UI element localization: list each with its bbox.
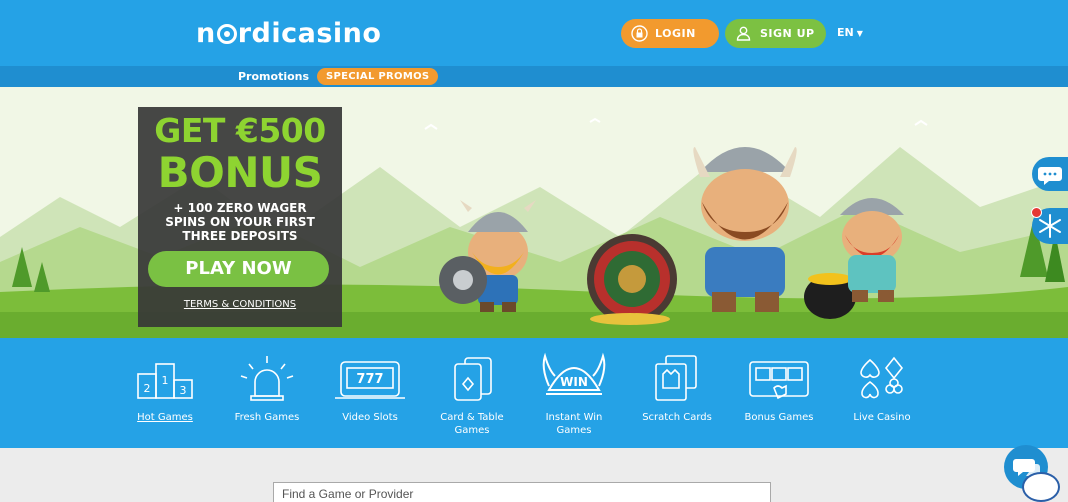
podium-digit: 1 (162, 374, 169, 387)
category-label: Fresh Games (234, 412, 300, 423)
language-selector[interactable]: EN ▼ (837, 26, 863, 39)
podium-digit: 3 (180, 384, 187, 397)
offer-subtext-line: + 100 ZERO WAGER (173, 201, 307, 215)
caret-down-icon: ▼ (856, 29, 863, 38)
category-live-casino[interactable]: Live Casino (837, 338, 927, 448)
game-search-input[interactable]: Find a Game or Provider (273, 482, 771, 502)
user-icon (736, 26, 751, 41)
cards-icon (454, 357, 492, 401)
slot-machine-icon: 777 (335, 361, 405, 399)
sub-navigation: Promotions SPECIAL PROMOS (0, 66, 1068, 87)
game-categories-bar: 2 1 3 Hot Games Fresh Games 777 Video Sl… (0, 338, 1068, 448)
login-button[interactable]: LOGIN (621, 19, 719, 48)
offer-bonus-text: BONUS (157, 148, 323, 197)
offer-subtext: + 100 ZERO WAGER SPINS ON YOUR FIRST THR… (146, 201, 334, 243)
category-label: Card & Table Games (440, 412, 504, 436)
nav-special-promos-link[interactable]: SPECIAL PROMOS (317, 68, 439, 85)
language-label: EN (837, 26, 854, 39)
category-label: Video Slots (342, 412, 398, 423)
site-header: n rdicasino LOGIN SIGN UP EN ▼ (0, 0, 1068, 66)
slot-machine-text: 777 (356, 372, 383, 387)
category-scratch-cards[interactable]: Scratch Cards (632, 338, 722, 448)
offer-headline: GET €500 (154, 111, 326, 150)
bonus-offer-panel: GET €500 BONUS + 100 ZERO WAGER SPINS ON… (138, 107, 342, 327)
chat-icon (1038, 167, 1062, 185)
side-chat-tab[interactable] (1032, 157, 1068, 191)
siren-icon (240, 356, 294, 401)
category-label: Bonus Games (744, 412, 814, 423)
category-hot-games[interactable]: 2 1 3 Hot Games (120, 338, 210, 448)
card-suits-icon (860, 356, 904, 399)
category-label: Scratch Cards (642, 412, 712, 423)
notification-badge (1031, 207, 1042, 218)
nav-promotions-link[interactable]: Promotions (238, 70, 309, 83)
category-card-table-games[interactable]: Card & Table Games (427, 338, 517, 448)
podium-icon: 2 1 3 (137, 363, 193, 399)
scratch-card-icon (655, 355, 697, 401)
login-label: LOGIN (655, 27, 696, 40)
site-logo[interactable]: n rdicasino (196, 18, 381, 49)
category-fresh-games[interactable]: Fresh Games (222, 338, 312, 448)
terms-conditions-link[interactable]: TERMS & CONDITIONS (138, 299, 342, 310)
bonus-screen-icon (749, 361, 809, 400)
offer-subtext-line: THREE DEPOSITS (182, 229, 298, 243)
logo-o-mark (216, 24, 237, 44)
signup-button[interactable]: SIGN UP (725, 19, 826, 48)
category-label: Live Casino (853, 412, 911, 423)
category-label: Hot Games (137, 412, 193, 423)
helmet-win-text: WIN (560, 375, 588, 389)
category-instant-win-games[interactable]: WIN Instant Win Games (529, 338, 619, 448)
offer-subtext-line: SPINS ON YOUR FIRST (165, 215, 315, 229)
signup-label: SIGN UP (760, 27, 815, 40)
category-video-slots[interactable]: 777 Video Slots (325, 338, 415, 448)
category-bonus-games[interactable]: Bonus Games (734, 338, 824, 448)
license-badge-icon[interactable] (1022, 472, 1060, 502)
viking-helmet-icon: WIN (542, 352, 606, 395)
podium-digit: 2 (144, 382, 151, 395)
play-now-button[interactable]: PLAY NOW (148, 251, 329, 287)
category-label: Instant Win Games (545, 412, 603, 436)
padlock-icon (631, 25, 648, 42)
